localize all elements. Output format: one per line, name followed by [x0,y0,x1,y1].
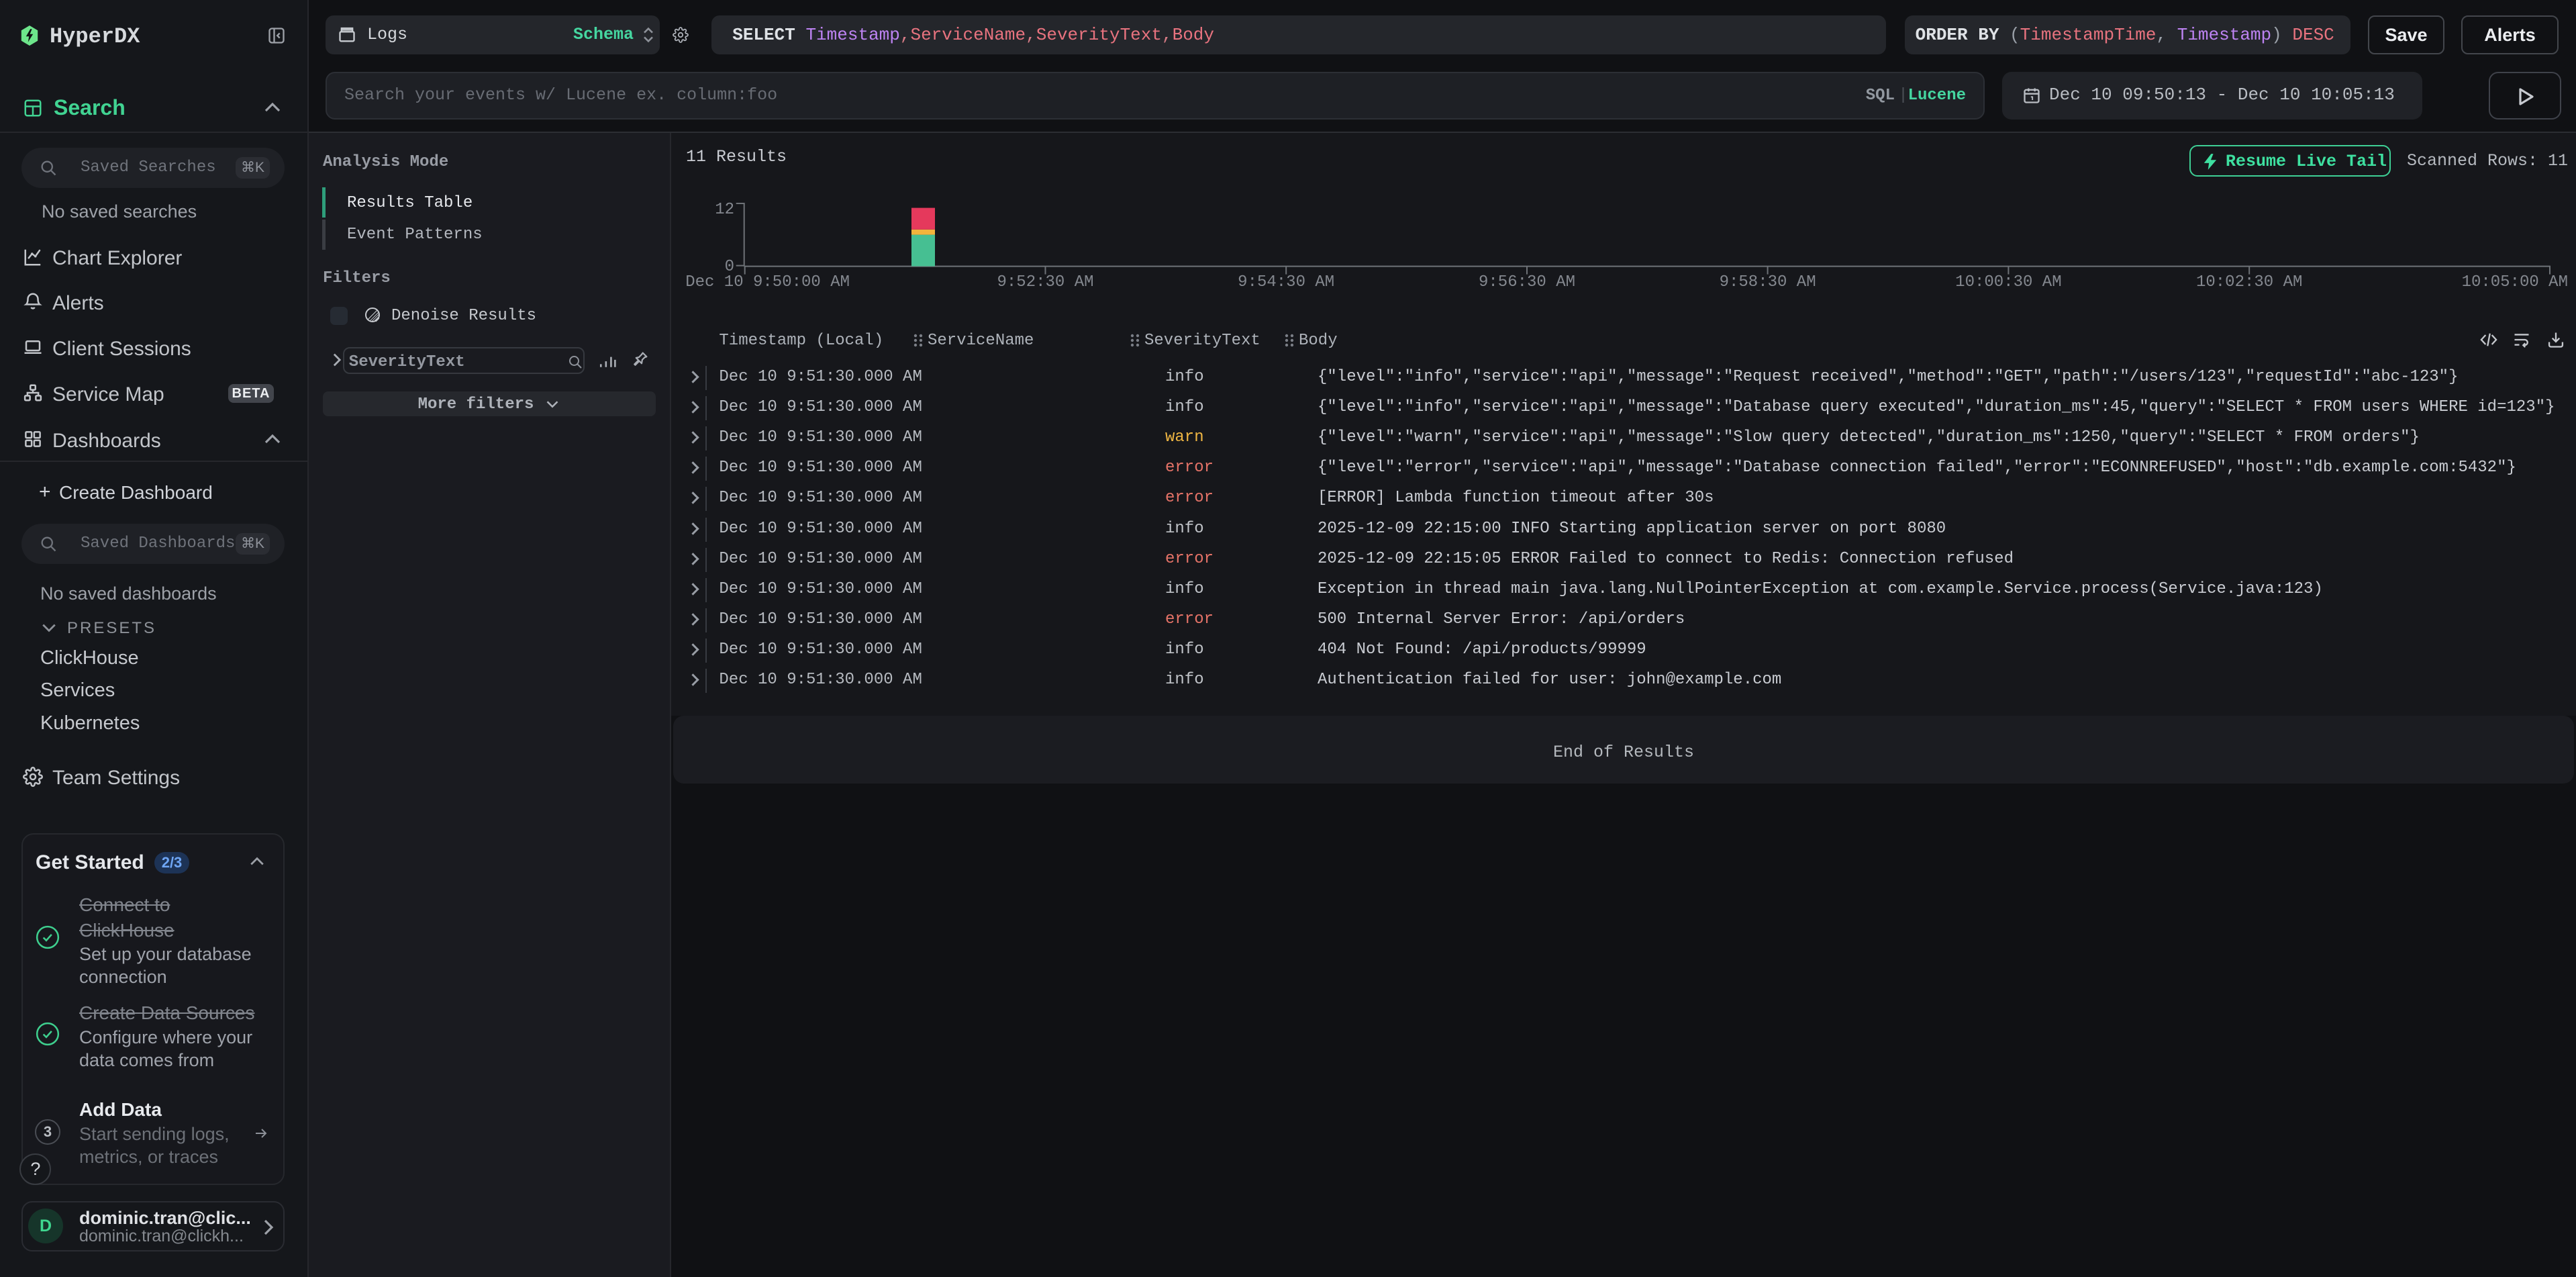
svg-text:10:05:00 AM: 10:05:00 AM [2462,273,2568,291]
svg-text:10:00:30 AM: 10:00:30 AM [1955,273,2061,291]
svg-text:12: 12 [715,201,734,219]
svg-text:10:02:30 AM: 10:02:30 AM [2196,273,2302,291]
svg-text:9:58:30 AM: 9:58:30 AM [1720,273,1816,291]
svg-text:9:52:30 AM: 9:52:30 AM [997,273,1093,291]
svg-text:Dec 10 9:50:00 AM: Dec 10 9:50:00 AM [685,273,850,291]
svg-text:9:54:30 AM: 9:54:30 AM [1238,273,1334,291]
svg-text:9:56:30 AM: 9:56:30 AM [1479,273,1575,291]
